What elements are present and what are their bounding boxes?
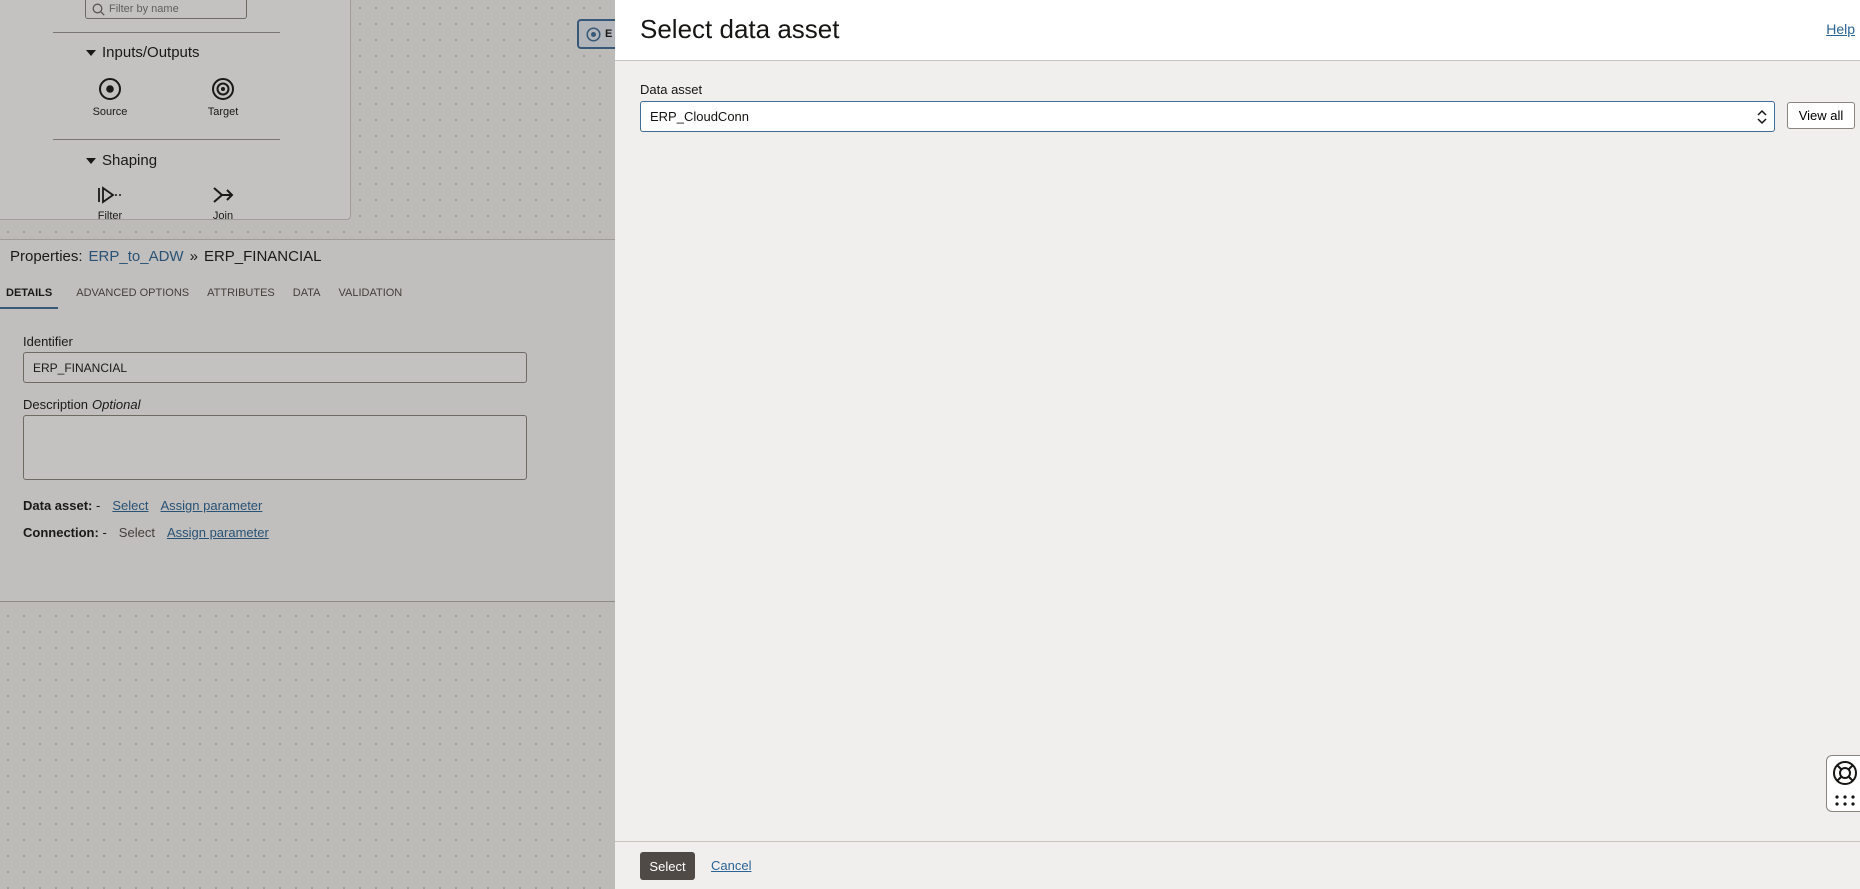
grid-dots-icon [1835,795,1855,806]
help-link[interactable]: Help [1826,21,1855,37]
lifebuoy-icon [1833,761,1857,785]
cancel-link[interactable]: Cancel [711,858,751,873]
select-button[interactable]: Select [640,852,695,880]
up-down-chevron-icon [1757,109,1767,125]
drawer-title: Select data asset [640,14,840,44]
data-asset-select[interactable]: ERP_CloudConn [640,101,1775,132]
help-widget[interactable] [1826,755,1860,812]
view-all-button[interactable]: View all [1787,102,1855,129]
modal-overlay[interactable] [0,0,615,889]
drawer-header: Select data asset Help [615,0,1860,61]
data-asset-label: Data asset [640,82,703,97]
select-data-asset-drawer: Select data asset Help Data asset ERP_Cl… [615,0,1860,889]
drawer-footer: Select Cancel [615,841,1860,889]
data-asset-selected-value: ERP_CloudConn [650,109,750,124]
